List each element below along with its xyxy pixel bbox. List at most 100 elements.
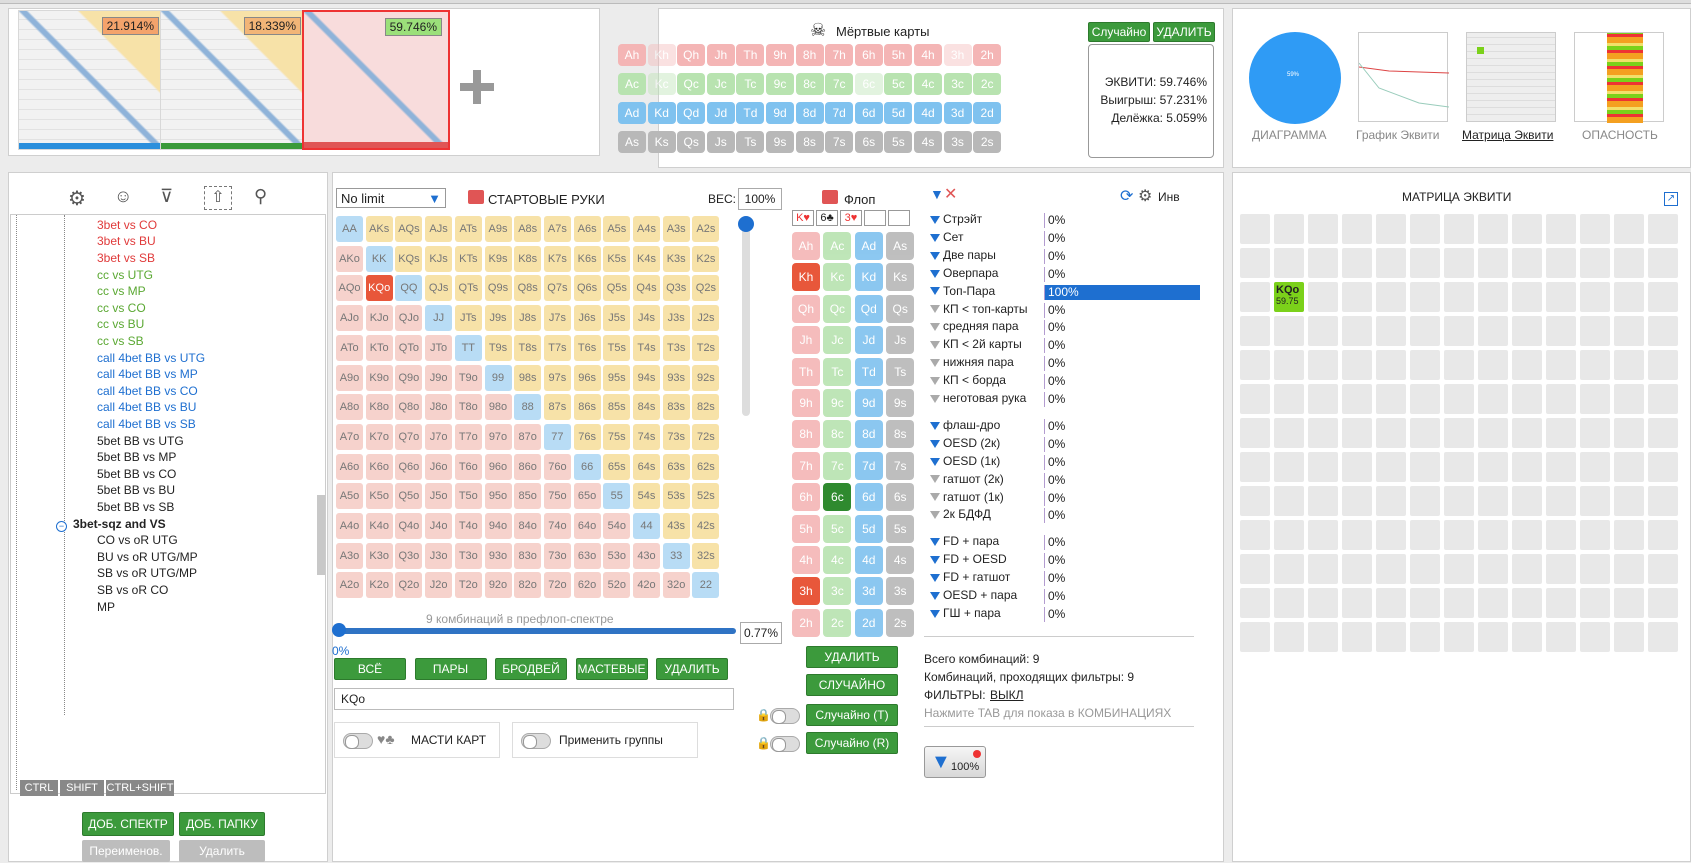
range-thumb[interactable]: 59.746%: [302, 10, 450, 150]
filter-row[interactable]: Стрэйт: [930, 212, 982, 229]
hand-cell[interactable]: 73o: [543, 542, 571, 569]
dead-random-button[interactable]: Случайно: [1088, 22, 1150, 42]
hand-cell[interactable]: T8o: [454, 394, 482, 421]
add-spectrum-button[interactable]: ДОБ. СПЕКТР: [82, 812, 174, 836]
search-icon[interactable]: ⚲: [254, 186, 267, 207]
dead-card[interactable]: 5h: [884, 44, 913, 66]
flop-card[interactable]: 9d: [854, 389, 883, 417]
flop-card[interactable]: 7s: [886, 451, 915, 480]
hand-cell[interactable]: 99: [484, 364, 512, 391]
hand-cell[interactable]: 22: [692, 572, 720, 599]
hand-cell[interactable]: 87o: [514, 423, 542, 450]
flop-card[interactable]: Ts: [886, 357, 915, 386]
hand-cell[interactable]: 85s: [603, 394, 631, 421]
dead-card[interactable]: 7d: [825, 102, 854, 124]
hand-cell[interactable]: 64s: [633, 453, 660, 480]
hand-cell[interactable]: K4s: [633, 245, 660, 272]
hand-cell[interactable]: 54s: [633, 483, 660, 510]
hand-cell[interactable]: K2s: [692, 245, 720, 272]
dead-card[interactable]: Ac: [618, 73, 646, 95]
hand-cell[interactable]: 32s: [692, 542, 720, 569]
hand-filter-button[interactable]: УДАЛИТЬ: [656, 658, 728, 680]
flop-card[interactable]: 5d: [854, 514, 883, 543]
dead-card[interactable]: Jc: [706, 73, 735, 95]
lock-t-icon[interactable]: 🔒: [756, 708, 771, 722]
hand-cell[interactable]: ATo: [336, 334, 363, 361]
flop-card[interactable]: 6s: [886, 483, 915, 512]
flop-card[interactable]: Ac: [823, 232, 852, 260]
flop-card[interactable]: Qc: [823, 294, 852, 323]
hand-cell[interactable]: J7s: [543, 305, 571, 332]
hand-cell[interactable]: JJ: [425, 305, 453, 332]
flop-card[interactable]: Kc: [823, 263, 852, 292]
hand-cell[interactable]: 52s: [692, 483, 720, 510]
dead-card[interactable]: 9c: [766, 73, 794, 95]
hand-cell[interactable]: AA: [336, 216, 363, 242]
hand-cell[interactable]: 92s: [692, 364, 720, 391]
dead-card[interactable]: 5s: [884, 131, 913, 153]
dead-card[interactable]: 4s: [914, 131, 942, 153]
dead-card[interactable]: 3s: [943, 131, 972, 153]
modifier-key[interactable]: SHIFT: [60, 780, 104, 796]
hand-cell[interactable]: A3s: [662, 216, 690, 242]
hand-cell[interactable]: Q6o: [395, 453, 423, 480]
hand-cell[interactable]: JTs: [454, 305, 482, 332]
board-slot[interactable]: 3♥: [840, 210, 862, 226]
hand-cell[interactable]: KTo: [365, 334, 393, 361]
hand-cell[interactable]: J5o: [425, 483, 453, 510]
flop-card[interactable]: 5h: [792, 514, 820, 543]
hand-cell[interactable]: 73s: [662, 423, 690, 450]
hand-cell[interactable]: AJo: [336, 305, 363, 332]
hand-cell[interactable]: T7o: [454, 423, 482, 450]
hand-cell[interactable]: K4o: [365, 513, 393, 539]
filter-row[interactable]: OESD + пара: [930, 588, 1017, 605]
random-t-button[interactable]: Случайно (T): [806, 704, 898, 726]
hand-cell[interactable]: T5s: [603, 334, 631, 361]
hand-cell[interactable]: T6o: [454, 453, 482, 480]
modifier-key[interactable]: CTRL+SHIFT: [106, 780, 174, 796]
hand-cell[interactable]: 44: [633, 513, 660, 539]
flop-card[interactable]: 5c: [823, 514, 852, 543]
clear-filter-icon[interactable]: ✕: [944, 184, 957, 204]
range-thumb[interactable]: 18.339%: [160, 10, 308, 150]
hand-cell[interactable]: QTo: [395, 334, 423, 361]
hand-cell[interactable]: AQo: [336, 275, 363, 302]
dead-card[interactable]: 8h: [795, 44, 824, 66]
hand-cell[interactable]: K9s: [484, 245, 512, 272]
filter-row[interactable]: гатшот (1к): [930, 490, 1004, 507]
dead-card[interactable]: 8c: [795, 73, 824, 95]
hand-cell[interactable]: Q4s: [633, 275, 660, 302]
dead-card[interactable]: 7h: [825, 44, 854, 66]
hand-cell[interactable]: 92o: [484, 572, 512, 599]
dead-card[interactable]: 9d: [766, 102, 794, 124]
hand-cell[interactable]: 65s: [603, 453, 631, 480]
hand-cell[interactable]: A2s: [692, 216, 720, 242]
flop-card[interactable]: Td: [854, 357, 883, 386]
equity-pie[interactable]: 59%: [1249, 32, 1341, 124]
flop-card[interactable]: 2s: [886, 608, 915, 637]
hand-cell[interactable]: ATs: [454, 216, 482, 242]
hand-cell[interactable]: 53s: [662, 483, 690, 510]
hand-filter-button[interactable]: МАСТЕВЫЕ: [575, 658, 648, 680]
hand-cell[interactable]: 84o: [514, 513, 542, 539]
weight-input[interactable]: 100%: [738, 188, 782, 210]
flop-card[interactable]: Jh: [792, 326, 820, 355]
flop-card[interactable]: Th: [792, 357, 820, 386]
hand-cell[interactable]: 42o: [633, 572, 660, 599]
random-r-button[interactable]: Случайно (R): [806, 732, 898, 754]
filter-row[interactable]: ГШ + пара: [930, 606, 1001, 623]
refresh-icon[interactable]: ⟳: [1120, 186, 1133, 206]
user-icon[interactable]: ☺: [114, 186, 132, 207]
hand-cell[interactable]: A8s: [514, 216, 542, 242]
hand-cell[interactable]: Q9o: [395, 364, 423, 391]
filter-row[interactable]: Две пары: [930, 248, 996, 265]
tree-item[interactable]: 5bet BB vs BU: [97, 483, 175, 497]
hand-cell[interactable]: 93s: [662, 364, 690, 391]
hand-cell[interactable]: A8o: [336, 394, 363, 421]
hand-cell[interactable]: J4o: [425, 513, 453, 539]
dead-card[interactable]: 3d: [943, 102, 972, 124]
hand-cell[interactable]: A6o: [336, 453, 363, 480]
board-slot[interactable]: [888, 210, 910, 226]
hand-cell[interactable]: 98o: [484, 394, 512, 421]
flop-card[interactable]: 3d: [854, 577, 883, 606]
